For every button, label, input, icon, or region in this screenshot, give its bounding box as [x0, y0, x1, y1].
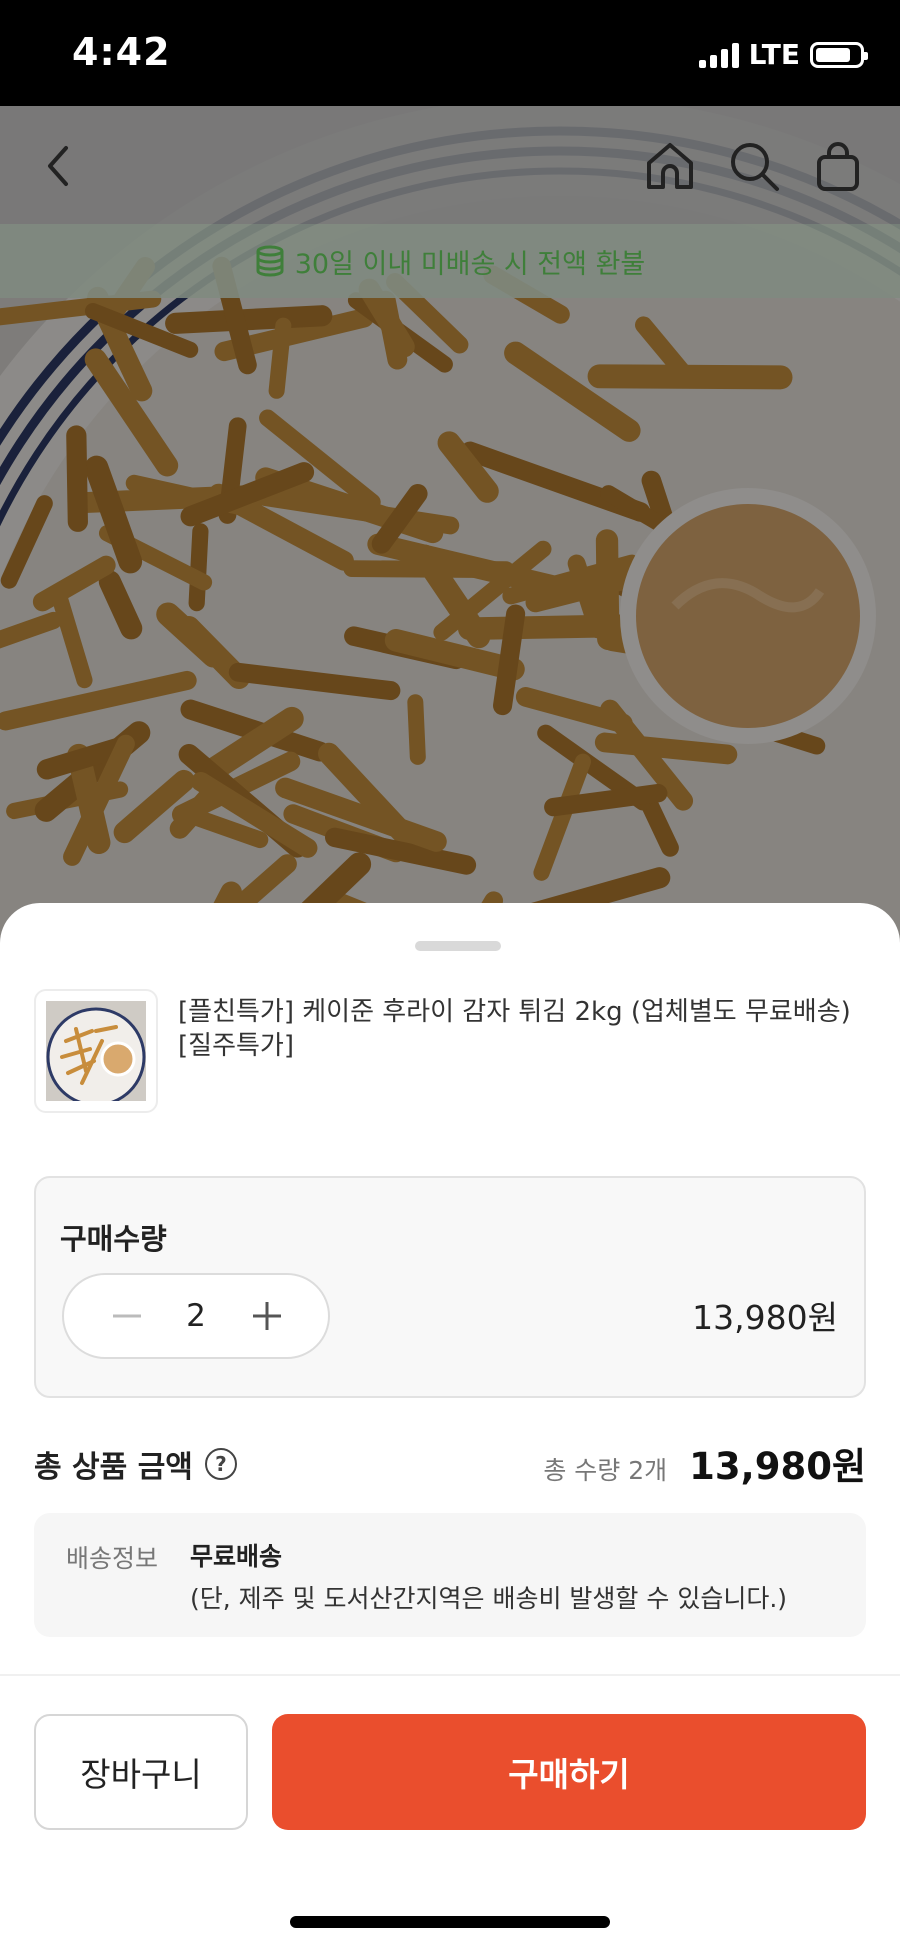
total-label: 총 상품 금액 — [34, 1450, 193, 1485]
quantity-label: 구매수량 — [60, 1222, 167, 1256]
buy-now-button[interactable]: 구매하기 — [272, 1714, 866, 1830]
status-bar: 4:42 LTE — [0, 0, 900, 106]
quantity-panel: 구매수량 2 13,980원 — [34, 1176, 866, 1398]
total-price: 13,980원 — [689, 1445, 866, 1488]
network-label: LTE — [748, 38, 800, 71]
coin-stack-icon — [256, 245, 284, 277]
signal-icon — [698, 42, 739, 68]
home-icon[interactable] — [640, 136, 700, 196]
increase-quantity-button[interactable] — [224, 1275, 310, 1357]
status-time: 4:42 — [72, 30, 171, 74]
quantity-stepper: 2 — [62, 1273, 330, 1359]
divider — [0, 1674, 900, 1676]
refund-notice-text: 30일 이내 미배송 시 전액 환불 — [294, 248, 646, 280]
shipping-info-label: 배송정보 — [66, 1544, 159, 1573]
plus-icon — [253, 1302, 281, 1330]
back-arrow-icon[interactable] — [30, 136, 90, 196]
product-thumbnail — [34, 989, 158, 1113]
sheet-drag-handle[interactable] — [415, 941, 501, 951]
product-title: [플친특가] 케이준 후라이 감자 튀김 2kg (업체별도 무료배송) [질주… — [178, 997, 851, 1061]
shipping-method: 무료배송 — [190, 1542, 283, 1571]
help-icon[interactable]: ? — [204, 1448, 237, 1480]
shipping-info: 배송정보 무료배송 (단, 제주 및 도서산간지역은 배송비 발생할 수 있습니… — [34, 1513, 866, 1637]
total-quantity: 총 수량 2개 — [543, 1456, 668, 1485]
search-icon[interactable] — [724, 136, 784, 196]
product-summary: [플친특가] 케이준 후라이 감자 튀김 2kg (업체별도 무료배송) [질주… — [34, 989, 874, 1113]
total-label-group: 총 상품 금액 ? — [34, 1442, 237, 1486]
purchase-bottom-sheet: [플친특가] 케이준 후라이 감자 튀김 2kg (업체별도 무료배송) [질주… — [0, 903, 900, 1948]
total-summary: 총 수량 2개 13,980원 — [543, 1436, 866, 1490]
battery-level — [816, 47, 850, 62]
add-to-cart-button[interactable]: 장바구니 — [34, 1714, 248, 1830]
top-nav-bar — [0, 106, 900, 224]
battery-icon — [810, 41, 868, 68]
shipping-note: (단, 제주 및 도서산간지역은 배송비 발생할 수 있습니다.) — [190, 1584, 788, 1613]
line-price: 13,980원 — [692, 1298, 838, 1337]
status-indicators: LTE — [698, 38, 868, 71]
total-row: 총 상품 금액 ? 총 수량 2개 13,980원 — [34, 1430, 866, 1490]
refund-notice-banner: 30일 이내 미배송 시 전액 환불 — [0, 224, 900, 298]
home-indicator[interactable] — [290, 1916, 610, 1928]
shopping-bag-icon[interactable] — [808, 136, 868, 196]
